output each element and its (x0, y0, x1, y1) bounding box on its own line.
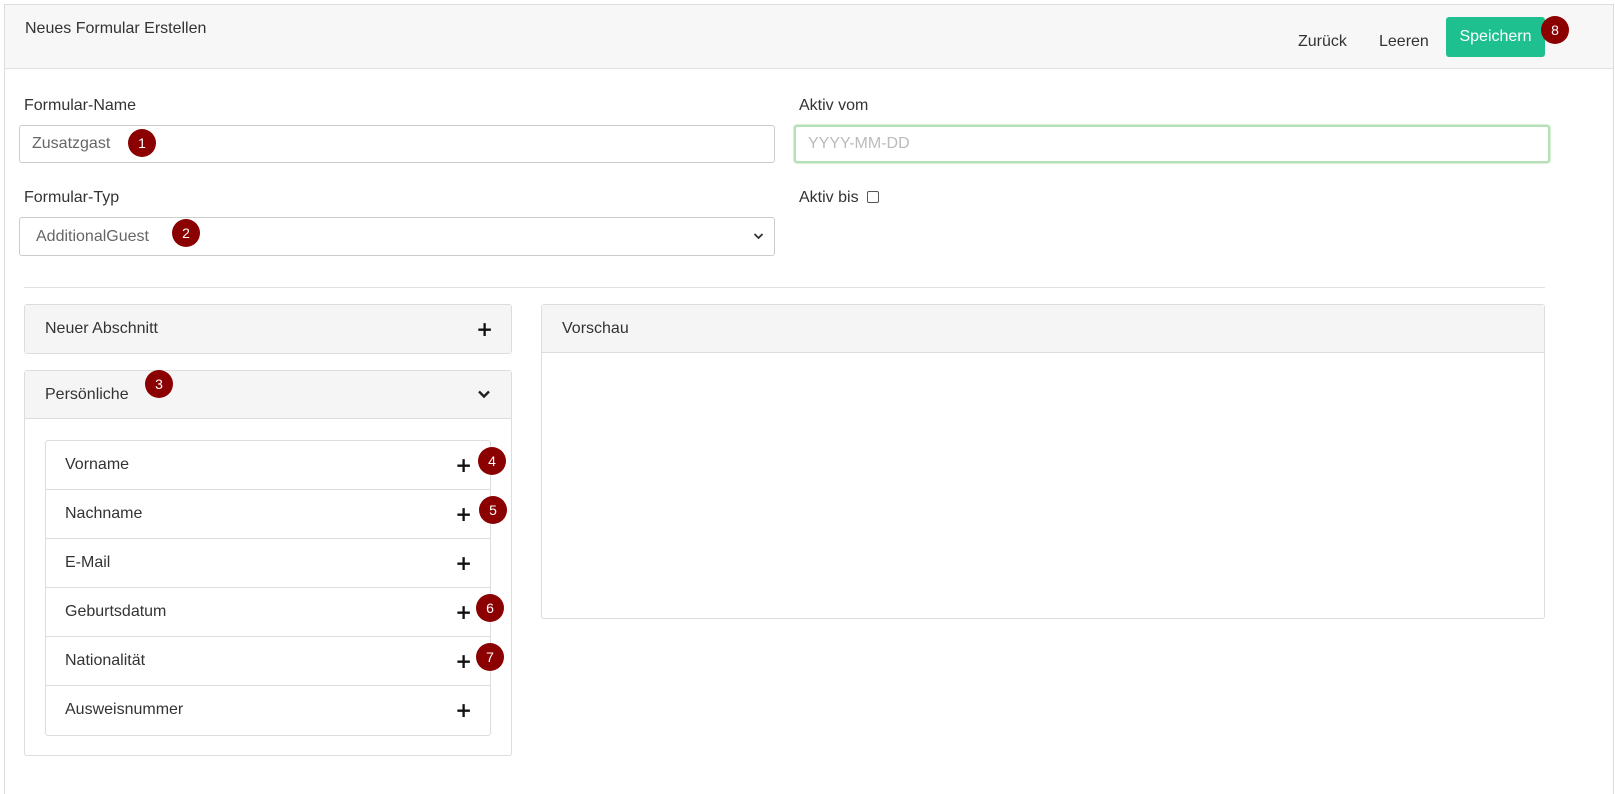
new-section-header: Neuer Abschnitt + (25, 305, 511, 353)
field-item-vorname: Vorname + (46, 441, 490, 490)
page-title: Neues Formular Erstellen (25, 20, 207, 37)
add-field-icon[interactable]: + (455, 504, 472, 524)
add-field-icon[interactable]: + (455, 651, 472, 671)
field-label: Vorname (65, 456, 130, 473)
add-field-icon[interactable]: + (455, 602, 472, 622)
form-type-value: AdditionalGuest (36, 228, 149, 245)
field-label: Nachname (65, 505, 143, 522)
chevron-down-icon (753, 218, 764, 270)
active-until-checkbox[interactable] (867, 191, 879, 203)
field-item-nachname: Nachname + (46, 490, 490, 539)
active-from-label: Aktiv vom (799, 97, 869, 114)
annotation-badge: 8 (1541, 16, 1569, 44)
field-item-ausweisnummer: Ausweisnummer + (46, 686, 490, 735)
page-header: Neues Formular Erstellen Zurück Leeren S… (5, 5, 1613, 69)
field-label: Nationalität (65, 652, 146, 669)
field-label: Geburtsdatum (65, 603, 167, 620)
preview-header: Vorschau (542, 305, 1544, 353)
chevron-down-icon[interactable] (477, 387, 491, 406)
annotation-badge: 1 (128, 129, 156, 157)
add-field-icon[interactable]: + (455, 553, 472, 573)
new-section-panel[interactable]: Neuer Abschnitt + (24, 304, 512, 354)
add-field-icon[interactable]: + (455, 700, 472, 720)
form-name-label: Formular-Name (24, 97, 137, 114)
annotation-badge: 2 (172, 219, 200, 247)
back-button[interactable]: Zurück (1298, 22, 1347, 62)
field-label: Ausweisnummer (65, 701, 184, 718)
save-button[interactable]: Speichern (1446, 17, 1545, 57)
personal-section-header[interactable]: Persönliche (25, 371, 511, 419)
add-section-icon[interactable]: + (476, 319, 493, 339)
annotation-badge: 4 (478, 447, 506, 475)
clear-button[interactable]: Leeren (1379, 22, 1429, 62)
field-item-email: E-Mail + (46, 539, 490, 588)
form-type-label: Formular-Typ (24, 189, 120, 206)
personal-section-panel: Persönliche Vorname + Nachname + E-Mail … (24, 370, 512, 756)
annotation-badge: 3 (145, 370, 173, 398)
field-list: Vorname + Nachname + E-Mail + Geburtsdat… (45, 440, 491, 736)
field-item-nationalitaet: Nationalität + (46, 637, 490, 686)
annotation-badge: 5 (479, 496, 507, 524)
preview-panel: Vorschau (541, 304, 1545, 619)
personal-section-label: Persönliche (45, 386, 129, 403)
new-section-label: Neuer Abschnitt (45, 320, 158, 337)
field-label: E-Mail (65, 554, 111, 571)
add-field-icon[interactable]: + (455, 455, 472, 475)
annotation-badge: 6 (476, 594, 504, 622)
annotation-badge: 7 (476, 643, 504, 671)
field-item-geburtsdatum: Geburtsdatum + (46, 588, 490, 637)
active-from-input[interactable] (794, 125, 1550, 163)
active-until-label: Aktiv bis (799, 189, 859, 206)
form-type-select[interactable]: AdditionalGuest (19, 217, 775, 256)
preview-title: Vorschau (562, 320, 629, 337)
divider (24, 287, 1545, 288)
